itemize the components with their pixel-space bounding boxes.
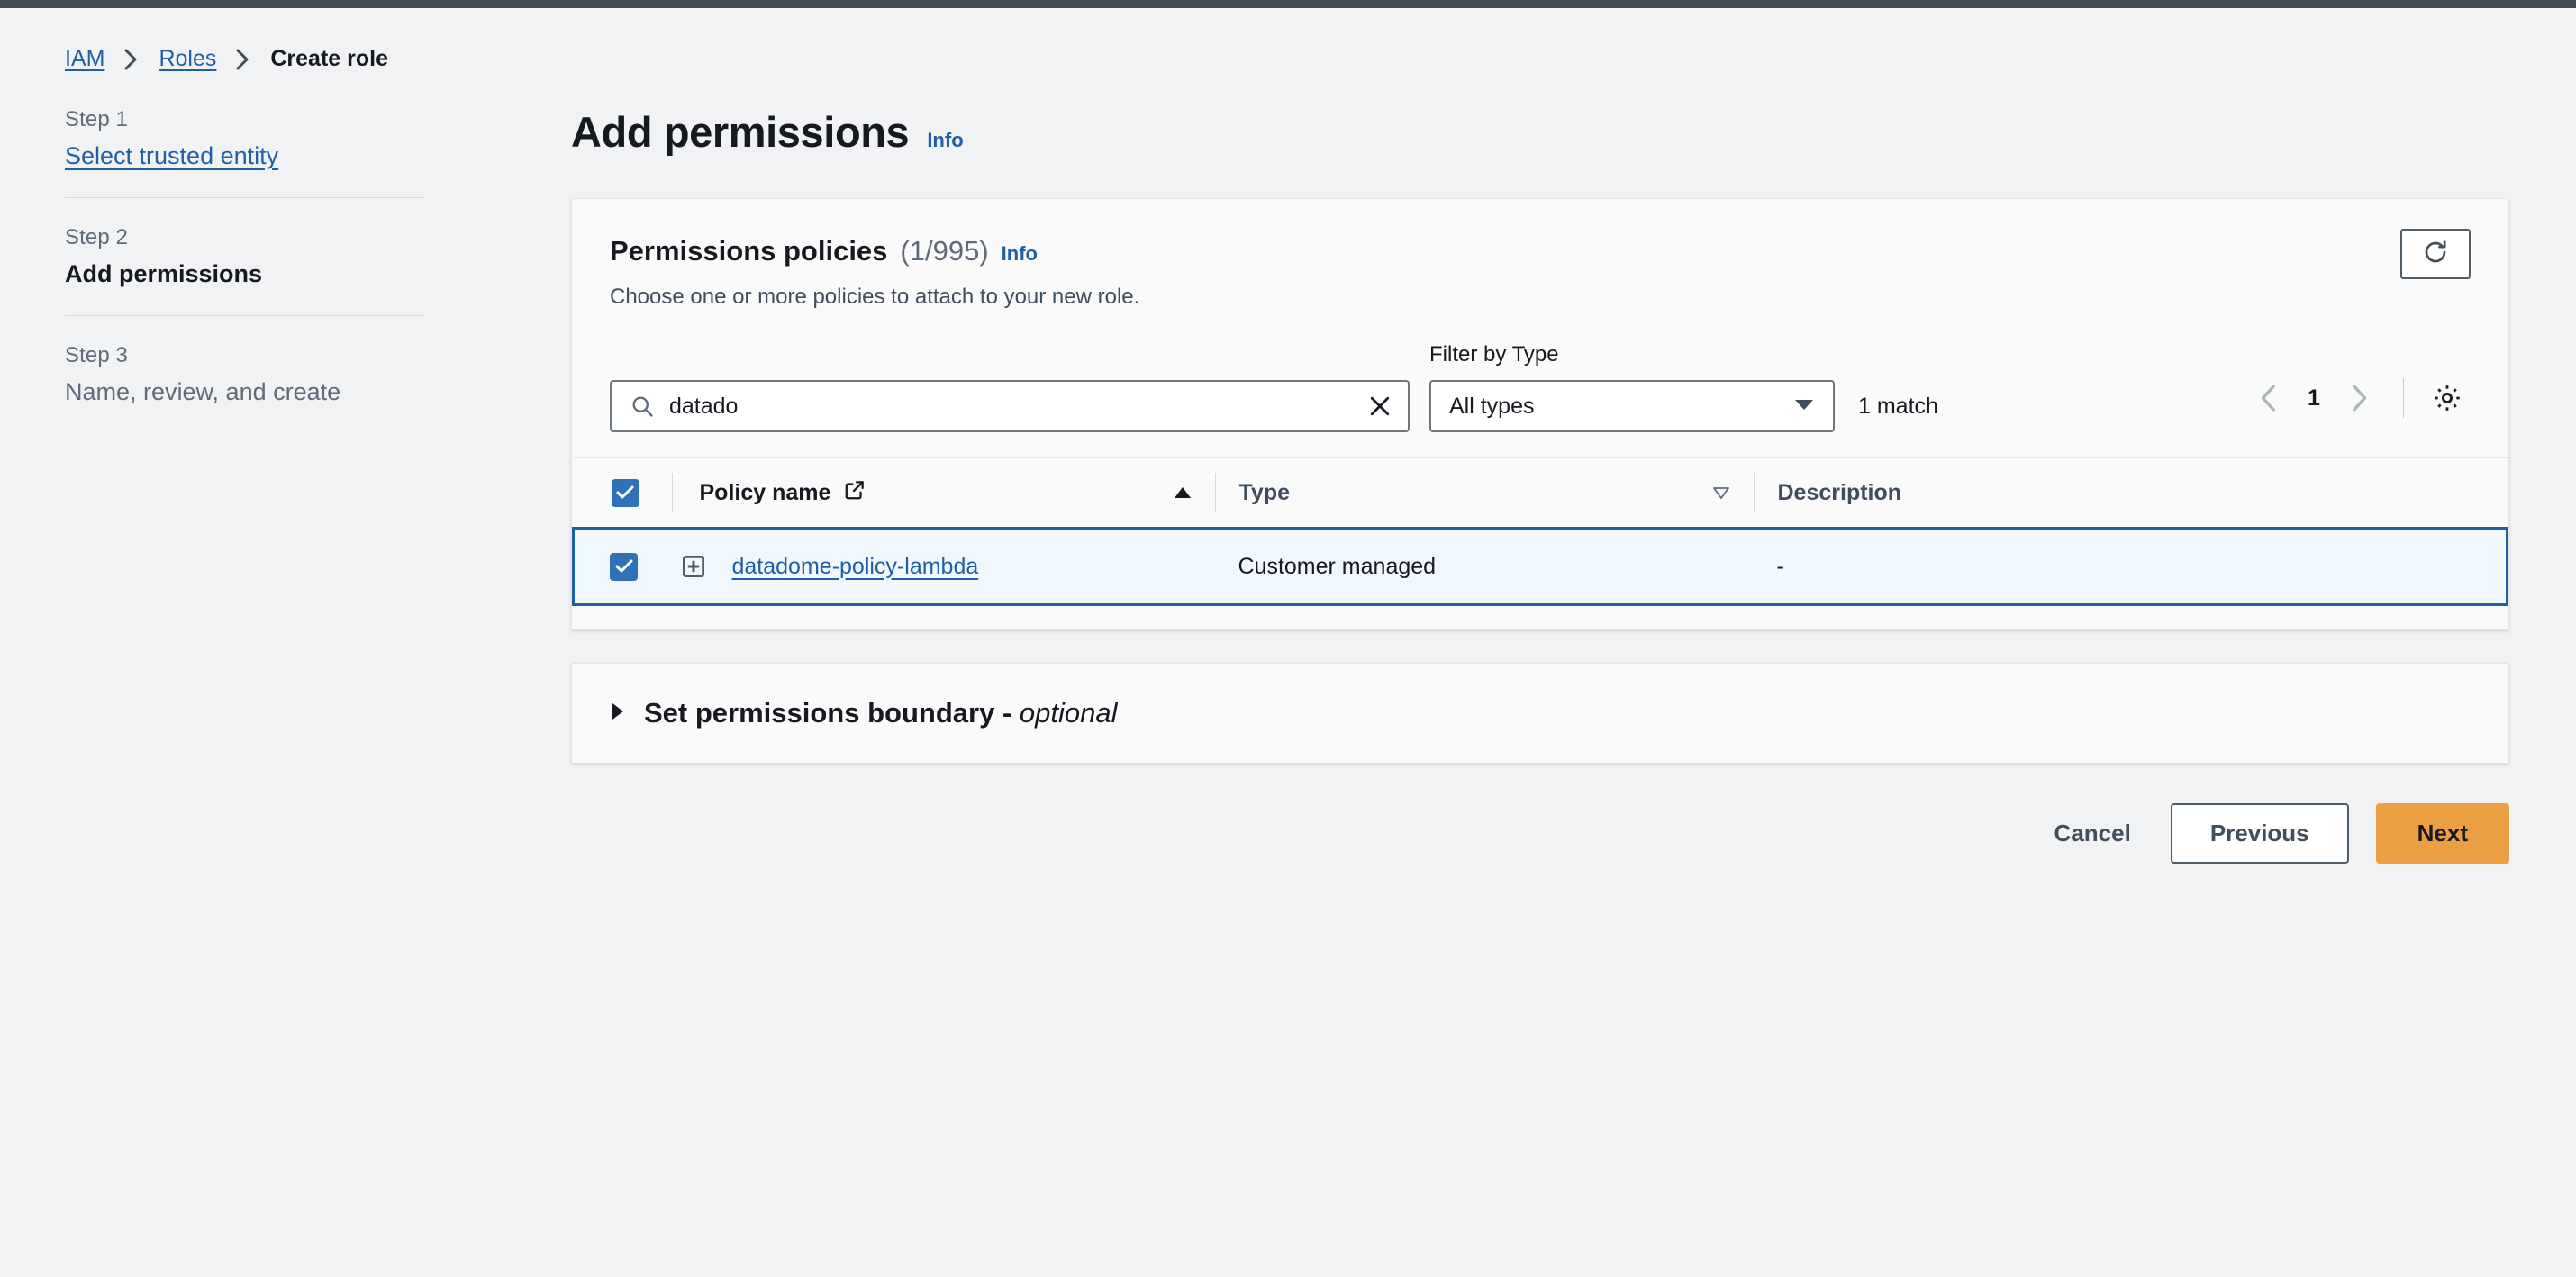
card-selection-count: (1/995) [900, 235, 989, 267]
type-filter-value: All types [1449, 393, 1535, 419]
refresh-button[interactable] [2400, 229, 2471, 279]
wizard-actions: Cancel Previous Next [571, 803, 2509, 864]
page-title-info-link[interactable]: Info [927, 129, 963, 152]
previous-button[interactable]: Previous [2170, 803, 2349, 864]
table-header: Policy name Type Description [573, 457, 2508, 529]
row-checkbox-cell [572, 527, 680, 606]
create-role-page: IAM Roles Create role Step 1 Select trus… [0, 8, 2576, 1277]
divider [1753, 473, 1755, 512]
divider [1214, 473, 1216, 512]
wizard-step-1: Step 1 Select trusted entity [65, 107, 425, 197]
external-link-icon [843, 478, 866, 508]
permissions-boundary-title: Set permissions boundary - optional [644, 697, 1117, 729]
breadcrumb-item-roles[interactable]: Roles [159, 46, 216, 72]
gear-icon[interactable] [2424, 375, 2471, 421]
search-field-wrapper [610, 380, 1410, 432]
card-description: Choose one or more policies to attach to… [610, 285, 1140, 309]
main-content: Add permissions Info Permissions policie… [571, 107, 2509, 864]
table-row[interactable]: datadome-policy-lambda Customer managed … [572, 527, 2508, 606]
search-icon [630, 394, 655, 419]
type-filter-label: Filter by Type [1429, 342, 1559, 367]
sort-ascending-icon [1174, 480, 1192, 506]
card-info-link[interactable]: Info [1002, 242, 1038, 266]
policy-description-value: - [1776, 553, 1784, 579]
cancel-button[interactable]: Cancel [2042, 805, 2144, 862]
policy-name-link[interactable]: datadome-policy-lambda [732, 554, 979, 580]
column-label-policy-name: Policy name [699, 479, 831, 505]
permissions-boundary-toggle[interactable]: Set permissions boundary - optional [610, 697, 1117, 729]
card-title: Permissions policies [610, 235, 888, 267]
chevron-down-icon [1793, 397, 1815, 416]
chevron-right-icon[interactable] [2335, 374, 2383, 422]
select-all-checkbox[interactable] [611, 478, 639, 507]
step-3-title: Name, review, and create [65, 378, 341, 405]
column-header-description: Description [1753, 457, 2508, 529]
row-type-cell: Customer managed [1214, 527, 1754, 606]
pagination: 1 [2245, 374, 2471, 432]
step-2-label: Step 2 [65, 225, 128, 249]
triangle-right-icon [610, 702, 626, 726]
boundary-title-text: Set permissions boundary - [644, 697, 1020, 729]
table-footer-spacer [572, 606, 2508, 629]
sort-descending-icon [1712, 480, 1730, 506]
step-1-label: Step 1 [65, 107, 128, 131]
card-header: Permissions policies (1/995) Info Choose… [572, 199, 2508, 310]
chevron-right-icon [122, 48, 141, 71]
type-filter: Filter by Type All types [1429, 342, 1835, 432]
breadcrumb-item-iam[interactable]: IAM [65, 46, 104, 72]
wizard-step-2: Step 2 Add permissions [65, 197, 425, 315]
policies-table: Policy name Type Description datadome-po… [572, 457, 2508, 606]
row-select-checkbox[interactable] [610, 552, 638, 581]
chevron-left-icon[interactable] [2245, 374, 2293, 422]
select-all-header [573, 457, 680, 529]
pagination-page-1[interactable]: 1 [2299, 385, 2329, 412]
refresh-icon [2421, 238, 2450, 271]
column-label-description: Description [1777, 479, 1902, 505]
wizard-steps: Step 1 Select trusted entity Step 2 Add … [65, 107, 425, 433]
expand-plus-icon[interactable] [680, 553, 707, 580]
breadcrumb: IAM Roles Create role [65, 46, 388, 72]
permissions-policies-card: Permissions policies (1/995) Info Choose… [571, 198, 2509, 630]
filter-bar: Filter by Type All types 1 match 1 [572, 310, 2508, 457]
table-header-row: Policy name Type Description [573, 457, 2508, 529]
row-policy-name-cell: datadome-policy-lambda [679, 527, 1215, 606]
divider [671, 473, 673, 512]
wizard-step-3: Step 3 Name, review, and create [65, 315, 425, 433]
permissions-boundary-card: Set permissions boundary - optional [571, 663, 2509, 764]
chevron-right-icon [234, 48, 252, 71]
step-2-title: Add permissions [65, 260, 263, 287]
match-count: 1 match [1858, 394, 1938, 419]
boundary-optional-text: optional [1019, 697, 1118, 729]
divider [2403, 378, 2404, 418]
column-label-type: Type [1238, 479, 1291, 505]
search-input[interactable] [669, 393, 1357, 420]
breadcrumb-item-create-role: Create role [270, 46, 388, 71]
row-description-cell: - [1753, 527, 2508, 606]
next-button[interactable]: Next [2375, 803, 2509, 864]
policy-type-value: Customer managed [1238, 553, 1437, 579]
console-top-bar [0, 0, 2576, 8]
type-filter-select[interactable]: All types [1429, 380, 1835, 432]
card-title-row: Permissions policies (1/995) Info [610, 235, 2471, 267]
column-header-policy-name[interactable]: Policy name [679, 457, 1215, 529]
page-title: Add permissions [571, 108, 910, 156]
search-box[interactable] [610, 380, 1410, 432]
step-1-title[interactable]: Select trusted entity [65, 142, 278, 170]
close-icon[interactable] [1357, 393, 1393, 420]
table-body: datadome-policy-lambda Customer managed … [572, 527, 2508, 606]
column-header-type[interactable]: Type [1214, 457, 1754, 529]
page-header: Add permissions Info [571, 107, 2509, 157]
step-3-label: Step 3 [65, 343, 128, 367]
